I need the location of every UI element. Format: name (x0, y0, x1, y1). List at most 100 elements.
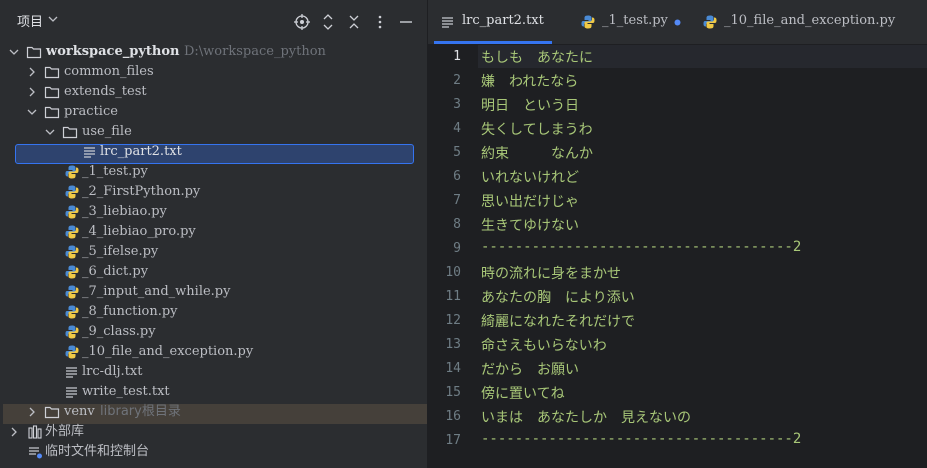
tree-item-venv[interactable]: venv library根目录 (0, 402, 427, 422)
tree-item-python-file[interactable]: _1_test.py (0, 162, 427, 182)
python-icon (65, 225, 79, 239)
code-line[interactable]: 生きてゆけない (481, 215, 579, 235)
code-line[interactable]: 嫌 われたなら (481, 71, 578, 91)
tree-item-extends-test[interactable]: extends_test (0, 82, 427, 102)
tree-item-label: write_test.txt (82, 384, 170, 399)
chevron-right-icon[interactable] (9, 427, 19, 437)
editor-tab-bar: lrc_part2.txt _1_test.py _10_file_and_ex… (428, 0, 927, 45)
folder-icon (44, 86, 60, 99)
chevron-down-icon[interactable] (27, 107, 37, 117)
tree-item-python-file[interactable]: _2_FirstPython.py (0, 182, 427, 202)
active-tab-indicator (434, 41, 552, 44)
tree-item-python-file[interactable]: _10_file_and_exception.py (0, 342, 427, 362)
tree-item-python-file[interactable]: _7_input_and_while.py (0, 282, 427, 302)
tree-item-label: lrc_part2.txt (100, 144, 182, 159)
tree-item-external-libraries[interactable]: 外部库 (0, 422, 427, 442)
minimize-icon[interactable] (398, 14, 414, 30)
code-line[interactable]: 明日 という日 (481, 95, 579, 115)
code-line[interactable]: 綺麗になれたそれだけで (481, 311, 635, 331)
code-line[interactable]: 約束 なんか (481, 143, 593, 163)
tree-item-label: extends_test (64, 84, 147, 99)
text-file-icon (84, 147, 95, 158)
line-number: 17 (445, 433, 461, 448)
tree-item-label: lrc-dlj.txt (82, 364, 143, 379)
chevron-right-icon[interactable] (27, 407, 37, 417)
collapse-all-icon[interactable] (346, 14, 362, 30)
tree-item-label: _10_file_and_exception.py (82, 344, 254, 359)
tree-root-path: D:\workspace_python (184, 44, 326, 59)
tree-item-label: _7_input_and_while.py (82, 284, 231, 299)
tab-1-test[interactable]: _1_test.py (574, 0, 694, 44)
library-icon (28, 425, 42, 439)
line-number: 6 (453, 169, 461, 184)
python-icon (65, 345, 79, 359)
tree-item-write-test[interactable]: write_test.txt (0, 382, 427, 402)
tab-label: _10_file_and_exception.py (724, 13, 896, 28)
tree-item-common-files[interactable]: common_files (0, 62, 427, 82)
tree-item-lrc-dlj[interactable]: lrc-dlj.txt (0, 362, 427, 382)
python-icon (65, 305, 79, 319)
scratches-icon (29, 447, 42, 459)
tree-item-python-file[interactable]: _5_ifelse.py (0, 242, 427, 262)
tab-lrc-part2[interactable]: lrc_part2.txt (428, 0, 564, 44)
chevron-down-icon[interactable] (48, 15, 58, 23)
line-number: 2 (453, 73, 461, 88)
panel-title[interactable]: 项目 (17, 11, 43, 30)
code-line[interactable]: いれないけれど (481, 167, 579, 187)
code-line[interactable]: 思い出だけじゃ (481, 191, 579, 211)
tree-item-python-file[interactable]: _6_dict.py (0, 262, 427, 282)
tree-item-practice[interactable]: practice (0, 102, 427, 122)
code-line[interactable]: -------------------------------------2 (481, 239, 801, 255)
tree-item-python-file[interactable]: _4_liebiao_pro.py (0, 222, 427, 242)
line-number: 12 (445, 313, 461, 328)
tree-item-label: 临时文件和控制台 (45, 444, 150, 459)
folder-icon (44, 66, 60, 79)
folder-icon (26, 46, 42, 59)
library-root-hint: library根目录 (100, 404, 181, 419)
code-line[interactable]: 命さえもいらないわ (481, 335, 607, 355)
chevron-down-icon[interactable] (45, 127, 55, 137)
python-icon (65, 285, 79, 299)
tree-item-lrc-part2[interactable]: lrc_part2.txt (0, 142, 427, 162)
text-file-icon (442, 17, 453, 28)
chevron-right-icon[interactable] (27, 87, 37, 97)
tree-item-use-file[interactable]: use_file (0, 122, 427, 142)
chevron-down-icon[interactable] (9, 47, 19, 57)
code-line[interactable]: だから お願い (481, 359, 579, 379)
editor: lrc_part2.txt _1_test.py _10_file_and_ex… (428, 0, 927, 468)
tree-item-python-file[interactable]: _3_liebiao.py (0, 202, 427, 222)
tree-item-python-file[interactable]: _9_class.py (0, 322, 427, 342)
code-line[interactable]: あなたの胸 により添い (481, 287, 635, 307)
code-line[interactable]: 失くしてしまうわ (481, 119, 593, 139)
tree-item-label: _9_class.py (82, 324, 156, 339)
tab-10-file-and-exception[interactable]: _10_file_and_exception.py (698, 0, 927, 44)
folder-icon (44, 106, 60, 119)
line-number: 9 (453, 241, 461, 256)
tree-item-label: _2_FirstPython.py (82, 184, 201, 199)
code-area[interactable]: もしも あなたに嫌 われたなら 明日 という日 失くしてしまうわ 約束 なんか いれない… (478, 45, 927, 468)
code-line[interactable]: いまは あなたしか 見えないの (481, 407, 691, 427)
expand-all-icon[interactable] (320, 14, 336, 30)
code-line[interactable]: 傍に置いてね (481, 383, 565, 403)
tree-item-label: venv (64, 404, 95, 419)
chevron-right-icon[interactable] (27, 67, 37, 77)
tree-item-label: _3_liebiao.py (82, 204, 167, 219)
python-icon (703, 15, 717, 29)
locate-icon[interactable] (294, 14, 310, 30)
code-line[interactable]: -------------------------------------2 (481, 431, 801, 447)
tab-label: _1_test.py (602, 13, 668, 28)
tree-item-label: common_files (64, 64, 154, 79)
code-line[interactable]: 時の流れに身をまかせ (481, 263, 621, 283)
tree-item-scratches[interactable]: 临时文件和控制台 (0, 442, 427, 462)
tree-item-root[interactable]: workspace_python D:\workspace_python (0, 42, 427, 62)
more-options-icon[interactable] (372, 14, 388, 30)
project-panel: 项目 workspace_python D:\workspace_python … (0, 0, 427, 468)
line-number: 1 (453, 49, 461, 64)
line-number: 5 (453, 145, 461, 160)
line-number: 7 (453, 193, 461, 208)
tree-item-label: _4_liebiao_pro.py (82, 224, 196, 239)
line-number: 8 (453, 217, 461, 232)
code-line[interactable]: もしも あなたに (481, 47, 593, 67)
line-number: 15 (445, 385, 461, 400)
tree-item-python-file[interactable]: _8_function.py (0, 302, 427, 322)
